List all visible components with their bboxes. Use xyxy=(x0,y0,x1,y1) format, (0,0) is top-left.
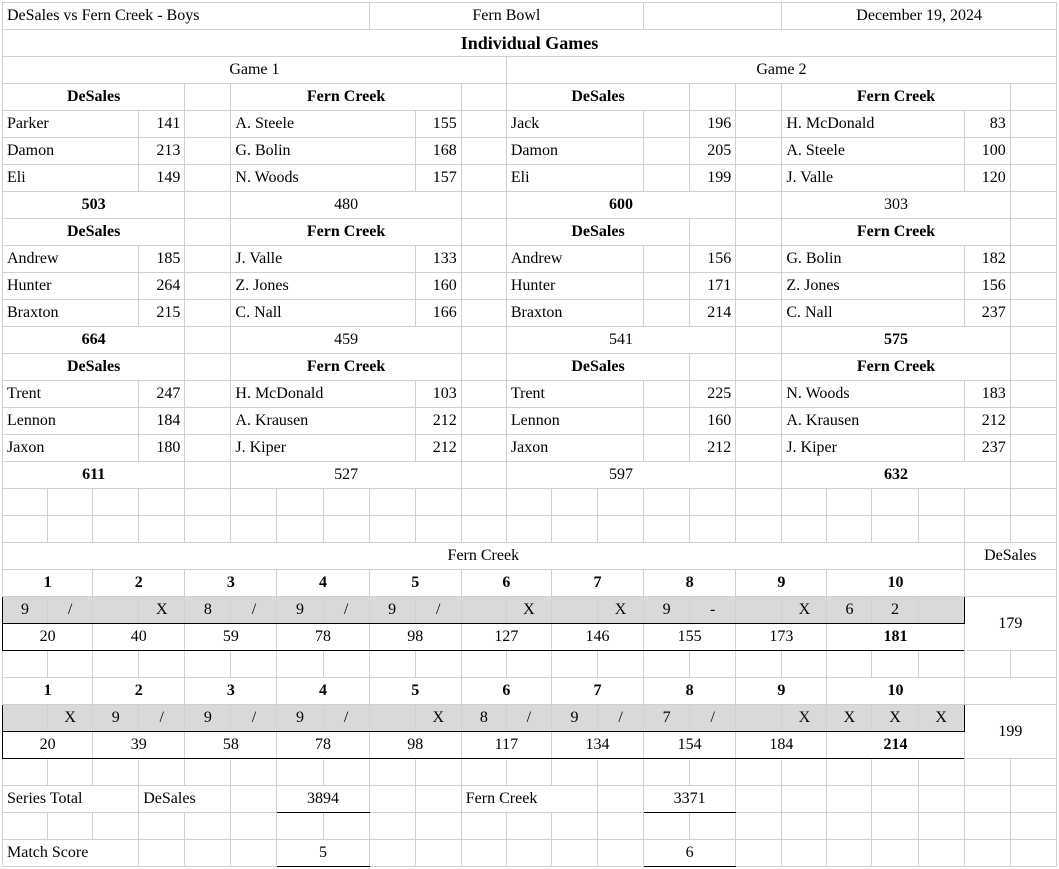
player-score: 205 xyxy=(690,138,736,165)
player-name: G. Bolin xyxy=(231,138,415,165)
group-total: 503 xyxy=(3,192,185,219)
baker-final: 214 xyxy=(827,732,964,759)
match-title: DeSales vs Fern Creek - Boys xyxy=(3,3,370,30)
player-name: Jack xyxy=(506,111,643,138)
player-name: J. Valle xyxy=(782,165,964,192)
series-total-label: Series Total xyxy=(3,786,139,813)
player-name: Parker xyxy=(3,111,139,138)
match-score-label: Match Score xyxy=(3,840,139,867)
player-score: 120 xyxy=(964,165,1010,192)
player-score: 100 xyxy=(964,138,1010,165)
player-score: 141 xyxy=(139,111,185,138)
section-title: Individual Games xyxy=(3,30,1057,57)
player-name: Damon xyxy=(3,138,139,165)
player-score: 149 xyxy=(139,165,185,192)
series-total-a: 3894 xyxy=(277,786,369,813)
series-total-b: 3371 xyxy=(644,786,736,813)
baker-final: 181 xyxy=(827,624,964,651)
team-header: DeSales xyxy=(3,84,185,111)
player-score: 199 xyxy=(690,165,736,192)
player-name: Eli xyxy=(506,165,643,192)
baker-vs-team: DeSales xyxy=(964,543,1056,570)
match-score-b: 6 xyxy=(644,840,736,867)
player-score: 157 xyxy=(415,165,461,192)
venue: Fern Bowl xyxy=(369,3,643,30)
group-total: 480 xyxy=(231,192,461,219)
team-header: DeSales xyxy=(506,84,689,111)
baker-team: Fern Creek xyxy=(3,543,965,570)
player-score: 168 xyxy=(415,138,461,165)
team-header: Fern Creek xyxy=(782,84,1010,111)
player-score: 213 xyxy=(139,138,185,165)
baker-opp-score: 179 xyxy=(964,597,1056,651)
team-header: Fern Creek xyxy=(231,84,461,111)
player-name: A. Steele xyxy=(782,138,964,165)
player-name: A. Steele xyxy=(231,111,415,138)
player-name: Damon xyxy=(506,138,643,165)
group-total: 303 xyxy=(782,192,1010,219)
scoresheet-table: DeSales vs Fern Creek - Boys Fern Bowl D… xyxy=(2,2,1057,867)
game-1-label: Game 1 xyxy=(3,57,507,84)
player-name: Eli xyxy=(3,165,139,192)
match-score-a: 5 xyxy=(277,840,369,867)
player-name: N. Woods xyxy=(231,165,415,192)
player-score: 196 xyxy=(690,111,736,138)
player-score: 155 xyxy=(415,111,461,138)
date: December 19, 2024 xyxy=(782,3,1057,30)
player-score: 83 xyxy=(964,111,1010,138)
player-name: H. McDonald xyxy=(782,111,964,138)
baker-opp-score: 199 xyxy=(964,705,1056,759)
game-2-label: Game 2 xyxy=(506,57,1056,84)
group-total: 600 xyxy=(506,192,735,219)
